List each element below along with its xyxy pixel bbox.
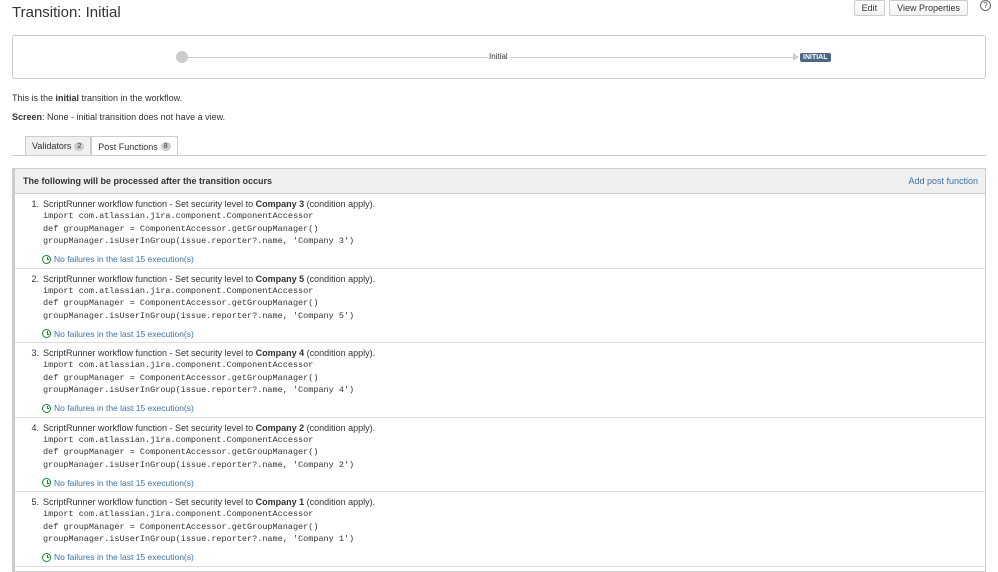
item-description: ScriptRunner workflow function - Set sec…: [43, 348, 376, 358]
count-badge: 8: [160, 142, 171, 151]
tab-post-functions[interactable]: Post Functions 8: [91, 136, 178, 156]
description-suffix: transition in the workflow.: [79, 93, 183, 103]
tab-validators[interactable]: Validators 2: [25, 136, 92, 155]
count-badge: 2: [74, 141, 85, 151]
start-node-icon: [176, 51, 188, 63]
code-line: import com.atlassian.jira.component.Comp…: [43, 211, 314, 221]
tab-divider: [12, 155, 986, 156]
workflow-diagram: Initial INITIAL: [12, 35, 986, 79]
execution-status[interactable]: No failures in the last 15 execution(s): [42, 478, 194, 488]
description-bold: initial: [55, 93, 80, 103]
help-icon[interactable]: ?: [980, 0, 991, 11]
item-number: 4.: [31, 422, 39, 433]
post-function-item: 2. ScriptRunner workflow function - Set …: [15, 269, 985, 343]
code-line: def groupManager = ComponentAccessor.get…: [43, 372, 319, 383]
transition-line: [511, 57, 795, 58]
edit-button[interactable]: Edit: [853, 0, 886, 16]
clock-icon: [42, 478, 51, 487]
panel-title: The following will be processed after th…: [23, 176, 273, 186]
execution-status-text: No failures in the last 15 execution(s): [54, 254, 194, 264]
page-title: Transition: Initial: [12, 4, 121, 21]
item-number: 3.: [31, 348, 39, 358]
code-line: def groupManager = ComponentAccessor.get…: [43, 521, 319, 532]
execution-status-text: No failures in the last 15 execution(s): [54, 552, 194, 562]
item-description: ScriptRunner workflow function - Set sec…: [43, 422, 376, 433]
code-line: def groupManager = ComponentAccessor.get…: [43, 223, 319, 234]
screen-value: : None - initial transition does not hav…: [42, 112, 226, 122]
code-line: import com.atlassian.jira.component.Comp…: [43, 360, 314, 370]
item-number: 1.: [31, 199, 39, 209]
code-line: import com.atlassian.jira.component.Comp…: [43, 509, 314, 519]
execution-status-text: No failures in the last 15 execution(s): [54, 477, 194, 488]
code-line: def groupManager = ComponentAccessor.get…: [43, 298, 319, 308]
code-line: import com.atlassian.jira.component.Comp…: [43, 434, 314, 445]
transition-line: [188, 57, 488, 58]
code-line: groupManager.isUserInGroup(issue.reporte…: [43, 385, 355, 395]
execution-status[interactable]: No failures in the last 15 execution(s): [42, 254, 194, 264]
clock-icon: [42, 552, 51, 562]
add-post-function-link[interactable]: Add post function: [908, 176, 978, 186]
clock-icon: [42, 329, 51, 338]
code-line: groupManager.isUserInGroup(issue.reporte…: [43, 534, 355, 544]
code-line: def groupManager = ComponentAccessor.get…: [43, 447, 319, 457]
code-line: groupManager.isUserInGroup(issue.reporte…: [43, 310, 355, 321]
post-function-item: 1. ScriptRunner workflow function - Set …: [15, 194, 985, 269]
tab-label: Post Functions: [98, 141, 158, 152]
post-function-item: 5. ScriptRunner workflow function - Set …: [15, 492, 985, 567]
execution-status-text: No failures in the last 15 execution(s): [54, 403, 194, 413]
status-lozenge[interactable]: INITIAL: [800, 53, 831, 62]
item-number: 5.: [31, 497, 39, 507]
execution-status[interactable]: No failures in the last 15 execution(s): [42, 403, 194, 413]
arrow-icon: [793, 53, 799, 61]
transition-label: Initial: [489, 52, 508, 61]
panel-header: The following will be processed after th…: [15, 169, 985, 194]
transition-description: This is the initial transition in the wo…: [12, 93, 182, 103]
clock-icon: [42, 403, 51, 413]
code-line: groupManager.isUserInGroup(issue.reporte…: [43, 459, 355, 470]
tab-bar: Validators 2 Post Functions 8: [25, 136, 178, 156]
view-properties-button[interactable]: View Properties: [889, 0, 968, 16]
item-description: ScriptRunner workflow function - Set sec…: [43, 273, 376, 284]
post-function-item: 3. ScriptRunner workflow function - Set …: [15, 343, 985, 418]
clock-icon: [42, 254, 51, 264]
item-number: 2.: [31, 273, 39, 284]
item-description: ScriptRunner workflow function - Set sec…: [43, 199, 376, 209]
code-line: import com.atlassian.jira.component.Comp…: [43, 285, 314, 296]
execution-status[interactable]: No failures in the last 15 execution(s): [42, 552, 194, 562]
screen-info: Screen: None - initial transition does n…: [12, 112, 225, 122]
execution-status[interactable]: No failures in the last 15 execution(s): [42, 329, 194, 339]
post-function-item: 4. ScriptRunner workflow function - Set …: [15, 418, 985, 492]
screen-label: Screen: [12, 112, 43, 122]
code-line: groupManager.isUserInGroup(issue.reporte…: [43, 236, 355, 246]
description-prefix: This is the: [12, 93, 56, 103]
item-description: ScriptRunner workflow function - Set sec…: [43, 497, 376, 507]
execution-status-text: No failures in the last 15 execution(s): [54, 328, 194, 339]
top-actions: Edit View Properties: [853, 0, 968, 16]
tab-label: Validators: [32, 141, 72, 151]
post-functions-panel: The following will be processed after th…: [12, 168, 986, 572]
